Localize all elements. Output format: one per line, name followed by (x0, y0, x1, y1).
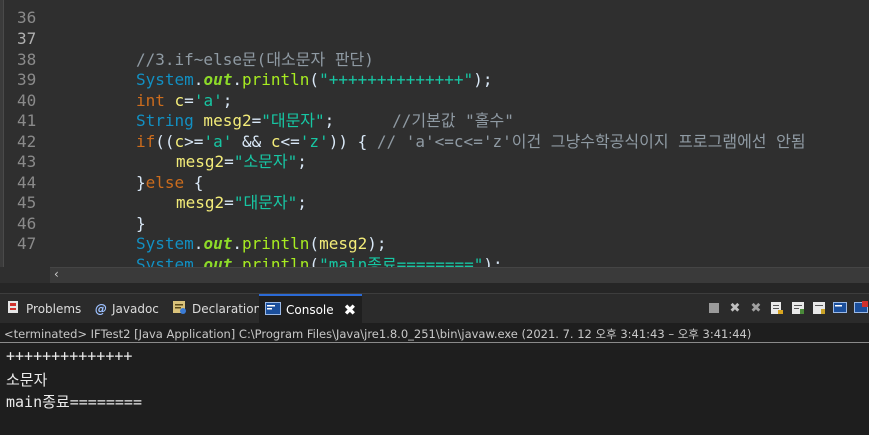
code-token: . (193, 234, 204, 254)
horizontal-scrollbar[interactable]: ‹ (50, 267, 869, 283)
problems-icon (6, 300, 21, 318)
tab-console[interactable]: Console ✖ (259, 294, 363, 324)
code-token: . (232, 234, 242, 254)
code-line[interactable]: 38 System.out.println("++++++++++++++"); (0, 30, 869, 89)
panel-divider[interactable] (0, 283, 869, 293)
code-token: ); (367, 234, 387, 254)
code-line[interactable]: 39 int c='a'; (0, 50, 869, 109)
scroll-lock-icon[interactable] (769, 300, 785, 316)
tab-label: Problems (26, 302, 82, 316)
tab-label: Javadoc (112, 302, 159, 316)
terminate-icon[interactable] (706, 300, 722, 316)
code-string: "main종료========" (319, 254, 484, 267)
scroll-left-icon[interactable]: ‹ (54, 267, 59, 281)
code-token: System (136, 254, 194, 267)
code-token: ( (309, 254, 320, 267)
editor-gutter-bottom (0, 267, 50, 283)
line-number: 47 (17, 234, 37, 254)
pin-icon[interactable] (811, 300, 827, 316)
code-line[interactable]: 44 mesg2="대문자"; (0, 153, 869, 212)
view-tab-bar: Problems @ Javadoc Declaration Console ✖… (0, 293, 869, 324)
tab-label: Console (286, 303, 334, 317)
code-token: println (241, 254, 310, 267)
code-line[interactable]: 36 (0, 0, 869, 27)
console-toolbar: ✖ ✖ (706, 300, 869, 316)
console-icon (265, 302, 281, 318)
code-token: mesg2 (319, 234, 368, 254)
code-line[interactable]: 43 }else { (0, 132, 869, 191)
javadoc-icon: @ (95, 302, 107, 316)
code-line[interactable]: 41 if((c>='a' && c<='z')) { // 'a'<=c<='… (0, 91, 869, 150)
console-output[interactable]: <terminated> IFTest2 [Java Application] … (0, 323, 869, 435)
code-token: ); (483, 254, 503, 267)
console-process-label: <terminated> IFTest2 [Java Application] … (4, 327, 752, 341)
open-console-icon[interactable] (853, 300, 869, 316)
tab-declaration[interactable]: Declaration (172, 294, 261, 324)
code-token: out (203, 234, 233, 254)
console-divider (0, 342, 869, 343)
tab-label: Declaration (192, 302, 262, 316)
remove-launch-icon[interactable]: ✖ (727, 300, 743, 316)
console-line: main종료======== (6, 393, 142, 411)
code-line[interactable]: 40 String mesg2="대문자"; //기본값 "홀수" (0, 71, 869, 130)
code-token: ( (309, 234, 320, 254)
code-token: out (203, 254, 233, 267)
code-token: println (241, 234, 310, 254)
console-line: ++++++++++++++ (6, 347, 133, 365)
code-line[interactable]: 47 System.out.println("main종료========"); (0, 214, 869, 267)
close-icon[interactable]: ✖ (344, 301, 357, 319)
code-token: System (136, 234, 194, 254)
tab-javadoc[interactable]: @ Javadoc (95, 294, 159, 324)
code-line[interactable]: 46 System.out.println(mesg2); (0, 194, 869, 253)
display-console-icon[interactable] (832, 300, 848, 316)
code-token: . (193, 254, 204, 267)
code-line[interactable]: 37 //3.if~else문(대소문자 판단) (0, 9, 869, 68)
code-editor[interactable]: 36 37 //3.if~else문(대소문자 판단) 38 System.ou… (0, 0, 869, 267)
remove-all-icon[interactable]: ✖ (748, 300, 764, 316)
code-line[interactable]: 42 mesg2="소문자"; (0, 112, 869, 171)
code-line[interactable]: 45 } (0, 173, 869, 232)
console-line: 소문자 (6, 371, 48, 389)
code-token: . (232, 254, 242, 267)
tab-problems[interactable]: Problems (6, 294, 81, 324)
declaration-icon (172, 300, 187, 318)
word-wrap-icon[interactable] (790, 300, 806, 316)
